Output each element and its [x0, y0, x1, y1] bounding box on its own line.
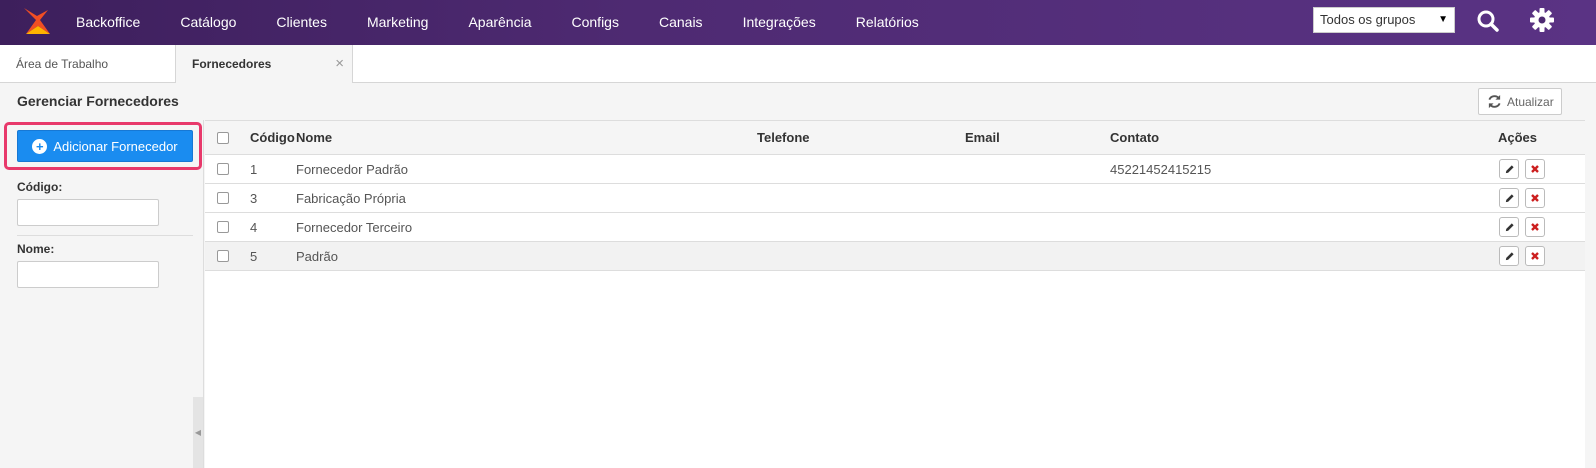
- table-row[interactable]: 3 Fabricação Própria: [205, 184, 1585, 213]
- nav-relatorios[interactable]: Relatórios: [836, 0, 939, 45]
- tab-fornecedores[interactable]: Fornecedores ×: [175, 45, 353, 84]
- nav-backoffice[interactable]: Backoffice: [56, 0, 160, 45]
- name-filter-input[interactable]: [17, 261, 159, 288]
- gear-icon[interactable]: [1528, 6, 1556, 34]
- edit-button[interactable]: [1499, 188, 1519, 208]
- delete-button[interactable]: [1525, 217, 1545, 237]
- refresh-label: Atualizar: [1507, 94, 1554, 109]
- table-row[interactable]: 1 Fornecedor Padrão 45221452415215: [205, 155, 1585, 184]
- pencil-icon: [1505, 251, 1514, 260]
- group-select-value: Todos os grupos: [1320, 12, 1416, 27]
- code-filter-input[interactable]: [17, 199, 159, 226]
- edit-button[interactable]: [1499, 246, 1519, 266]
- header-code[interactable]: Código: [250, 130, 295, 145]
- delete-x-icon: [1531, 223, 1539, 231]
- row-name: Fornecedor Padrão: [296, 161, 409, 177]
- row-checkbox[interactable]: [217, 221, 229, 233]
- header-actions: Ações: [1498, 130, 1538, 145]
- edit-button[interactable]: [1499, 159, 1519, 179]
- tab-bar: Área de Trabalho Fornecedores ×: [0, 45, 1596, 84]
- group-select[interactable]: Todos os grupos ▼: [1313, 7, 1455, 33]
- nav-configs[interactable]: Configs: [552, 0, 639, 45]
- delete-x-icon: [1531, 252, 1539, 260]
- nav-canais[interactable]: Canais: [639, 0, 723, 45]
- pencil-icon: [1505, 164, 1514, 173]
- tab-area-de-trabalho[interactable]: Área de Trabalho: [0, 45, 175, 83]
- main-menu: Backoffice Catálogo Clientes Marketing A…: [56, 0, 939, 45]
- pencil-icon: [1505, 222, 1514, 231]
- delete-button[interactable]: [1525, 246, 1545, 266]
- select-all-checkbox[interactable]: [217, 131, 229, 144]
- row-code: 1: [250, 161, 258, 177]
- delete-button[interactable]: [1525, 188, 1545, 208]
- row-name: Fabricação Própria: [296, 190, 406, 206]
- header-name[interactable]: Nome: [296, 130, 332, 145]
- table-row[interactable]: 4 Fornecedor Terceiro: [205, 213, 1585, 242]
- suppliers-table: Código Nome Telefone Email Contato Ações…: [205, 120, 1585, 468]
- delete-x-icon: [1531, 165, 1539, 173]
- content-area: Gerenciar Fornecedores Atualizar + Adici…: [0, 83, 1596, 468]
- divider: [17, 235, 193, 236]
- edit-button[interactable]: [1499, 217, 1519, 237]
- nav-aparencia[interactable]: Aparência: [448, 0, 551, 45]
- row-checkbox[interactable]: [217, 163, 229, 175]
- row-contact: 45221452415215: [1110, 161, 1212, 177]
- row-code: 5: [250, 248, 258, 264]
- refresh-icon: [1488, 94, 1501, 109]
- nav-marketing[interactable]: Marketing: [347, 0, 448, 45]
- filter-sidebar: + Adicionar Fornecedor Código: Nome: ◀: [0, 120, 204, 468]
- brand-logo-icon[interactable]: [20, 4, 54, 38]
- add-supplier-label: Adicionar Fornecedor: [53, 138, 178, 154]
- row-code: 4: [250, 219, 258, 235]
- search-icon[interactable]: [1474, 7, 1502, 35]
- header-email[interactable]: Email: [965, 130, 1000, 145]
- row-code: 3: [250, 190, 258, 206]
- nav-integracoes[interactable]: Integrações: [723, 0, 836, 45]
- header-contact[interactable]: Contato: [1110, 130, 1159, 145]
- pencil-icon: [1505, 193, 1514, 202]
- row-checkbox[interactable]: [217, 192, 229, 204]
- tab-fornecedores-label: Fornecedores: [192, 57, 272, 71]
- row-name: Padrão: [296, 248, 338, 264]
- name-filter-label: Nome:: [17, 242, 55, 256]
- row-checkbox[interactable]: [217, 250, 229, 262]
- top-navbar: Backoffice Catálogo Clientes Marketing A…: [0, 0, 1596, 45]
- table-row[interactable]: 5 Padrão: [205, 242, 1585, 271]
- table-header: Código Nome Telefone Email Contato Ações: [205, 121, 1585, 155]
- header-phone[interactable]: Telefone: [757, 130, 810, 145]
- nav-catalogo[interactable]: Catálogo: [160, 0, 256, 45]
- page-title: Gerenciar Fornecedores: [17, 93, 179, 109]
- plus-circle-icon: +: [32, 138, 48, 154]
- delete-x-icon: [1531, 194, 1539, 202]
- code-filter-label: Código:: [17, 180, 63, 194]
- nav-clientes[interactable]: Clientes: [256, 0, 347, 45]
- row-name: Fornecedor Terceiro: [296, 219, 413, 235]
- collapse-sidebar-handle[interactable]: ◀: [193, 397, 203, 468]
- delete-button[interactable]: [1525, 159, 1545, 179]
- close-icon[interactable]: ×: [335, 45, 344, 83]
- refresh-button[interactable]: Atualizar: [1478, 88, 1562, 115]
- dropdown-arrow-icon: ▼: [1438, 14, 1448, 25]
- add-supplier-button[interactable]: + Adicionar Fornecedor: [17, 130, 193, 162]
